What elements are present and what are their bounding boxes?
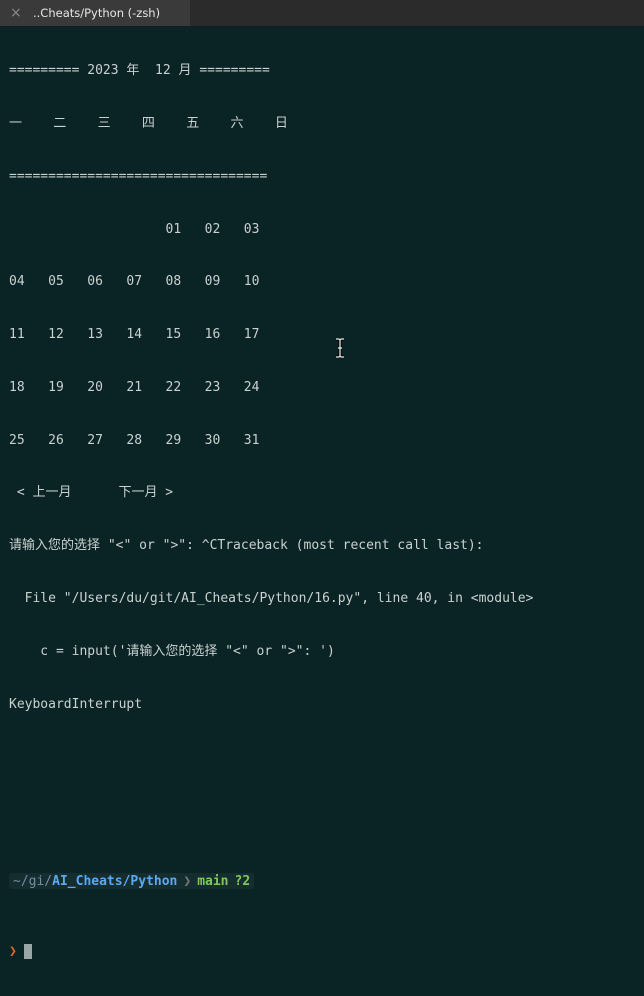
calendar-divider: ================================= — [9, 168, 268, 184]
tab-active[interactable]: × ..Cheats/Python (-zsh) — [0, 0, 190, 26]
calendar-week-row: 18 19 20 21 22 23 24 — [9, 379, 260, 395]
prompt-path-segment: ~/gi/AI_Cheats/Python ❯ main ?2 — [9, 873, 255, 890]
terminal-output[interactable]: ========= 2023 年 12 月 ========= 一 二 三 四 … — [9, 27, 639, 996]
tab-bar: × ..Cheats/Python (-zsh) — [0, 0, 644, 27]
traceback-line: c = input('请输入您的选择 "<" or ">": ') — [9, 643, 335, 659]
traceback-line: 请输入您的选择 "<" or ">": ^CTraceback (most re… — [9, 538, 484, 554]
input-line[interactable]: ❯ — [9, 943, 639, 961]
chevron-right-icon: ❯ — [183, 873, 192, 889]
text-cursor-icon — [336, 338, 344, 358]
calendar-weekdays: 一 二 三 四 五 六 日 — [9, 115, 288, 131]
terminal-window: × ..Cheats/Python (-zsh) ========= 2023 … — [0, 0, 644, 960]
git-branch: main — [197, 873, 229, 889]
prompt-path-current: AI_Cheats/Python — [52, 873, 178, 889]
calendar-week-row: 04 05 06 07 08 09 10 — [9, 274, 260, 290]
calendar-week-row: 11 12 13 14 15 16 17 — [9, 327, 260, 343]
calendar-navigation: < 上一月 下一月 > — [9, 485, 174, 501]
shell-prompt: ~/gi/AI_Cheats/Python ❯ main ?2 — [9, 873, 639, 891]
keyboard-interrupt-line: KeyboardInterrupt — [9, 696, 143, 712]
prompt-char: ❯ — [9, 944, 17, 960]
tab-title: ..Cheats/Python (-zsh) — [33, 6, 161, 20]
calendar-header: ========= 2023 年 12 月 ========= — [9, 63, 270, 79]
calendar-week-row: 25 26 27 28 29 30 31 — [9, 432, 260, 448]
prompt-path-prefix: ~/gi/ — [13, 873, 53, 889]
close-icon[interactable]: × — [10, 5, 28, 21]
calendar-week-row: 01 02 03 — [9, 221, 260, 237]
git-status: ?2 — [234, 873, 251, 889]
traceback-line: File "/Users/du/git/AI_Cheats/Python/16.… — [9, 591, 534, 606]
text-cursor — [23, 944, 32, 960]
